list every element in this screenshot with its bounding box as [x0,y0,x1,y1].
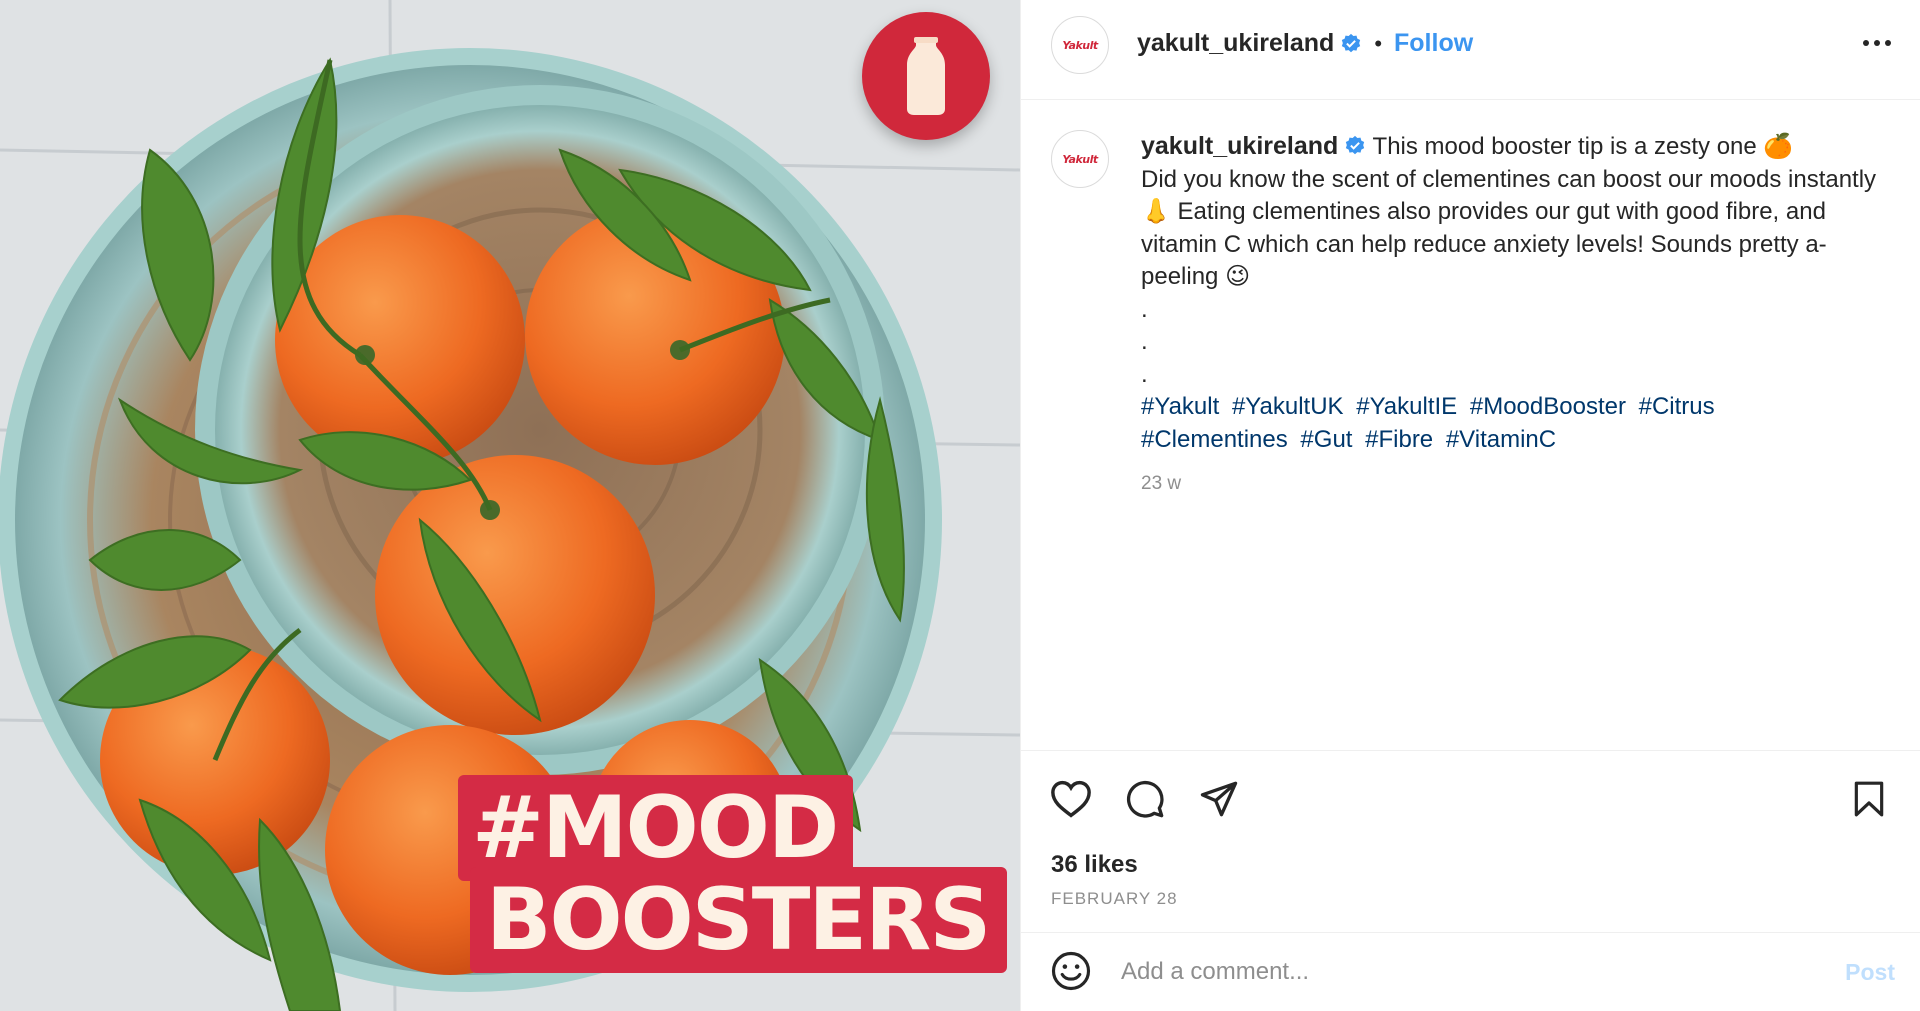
caption-body-text: Did you know the scent of clementines ca… [1141,165,1877,291]
hashtag-link[interactable]: #MoodBooster [1470,393,1626,420]
post-date[interactable]: FEBRUARY 28 [1051,889,1178,909]
bookmark-icon[interactable] [1847,777,1891,821]
heart-icon[interactable] [1049,777,1093,821]
caption-dot: . [1141,328,1148,355]
comment-box: Post [1021,932,1920,1011]
likes-count[interactable]: 36 likes [1051,851,1138,879]
verified-badge-icon [1346,135,1365,155]
comment-input[interactable] [1121,951,1761,993]
more-options-icon[interactable] [1863,30,1891,56]
comment-icon[interactable] [1123,777,1167,821]
post-actions: 36 likes FEBRUARY 28 [1021,750,1920,932]
yakult-bottle-icon [907,37,945,115]
action-bar [1049,777,1241,821]
separator-dot: • [1374,30,1383,56]
hashtag-link[interactable]: #Fibre [1365,426,1433,453]
headline-line-1: #MOOD [458,775,854,881]
hashtag-link[interactable]: #YakultIE [1356,393,1457,420]
hashtag-link[interactable]: #Citrus [1639,393,1715,420]
account-username[interactable]: yakult_ukireland [1137,29,1334,58]
verified-badge-icon [1342,33,1361,52]
post-header: Yakult yakult_ukireland • Follow [1021,0,1920,100]
post-time-ago[interactable]: 23 w [1141,468,1881,501]
yakult-logo: Yakult [1062,152,1098,166]
caption-text: yakult_ukireland This mood booster tip i… [1141,130,1881,501]
hashtag-link[interactable]: #Clementines [1141,426,1288,453]
yakult-badge [862,12,990,140]
yakult-logo: Yakult [1062,38,1098,52]
caption-dot: . [1141,360,1148,388]
caption-username[interactable]: yakult_ukireland [1141,132,1338,160]
hashtag-link[interactable]: #Yakult [1141,393,1219,420]
post-image[interactable]: #MOOD BOOSTERS [0,0,1020,1011]
caption-dot: . [1141,295,1148,323]
headline-line-2: BOOSTERS [470,867,1008,973]
hashtag-link[interactable]: #Gut [1300,426,1352,453]
emoji-icon[interactable] [1049,949,1093,993]
share-icon[interactable] [1197,777,1241,821]
caption-first-line: This mood booster tip is a zesty one 🍊 [1372,133,1794,160]
caption-avatar[interactable]: Yakult [1051,130,1109,188]
follow-button[interactable]: Follow [1394,29,1473,58]
account-line: yakult_ukireland • Follow [1137,29,1473,58]
hashtag-list: #Yakult #YakultUK #YakultIE #MoodBooster… [1141,393,1721,453]
post-side-panel: Yakult yakult_ukireland • Follow Yakult … [1020,0,1920,1011]
hashtag-link[interactable]: #YakultUK [1232,393,1344,420]
post-comment-button[interactable]: Post [1845,959,1895,986]
caption-section: Yakult yakult_ukireland This mood booste… [1021,100,1920,750]
hashtag-link[interactable]: #VitaminC [1446,426,1556,453]
account-avatar[interactable]: Yakult [1051,16,1109,74]
